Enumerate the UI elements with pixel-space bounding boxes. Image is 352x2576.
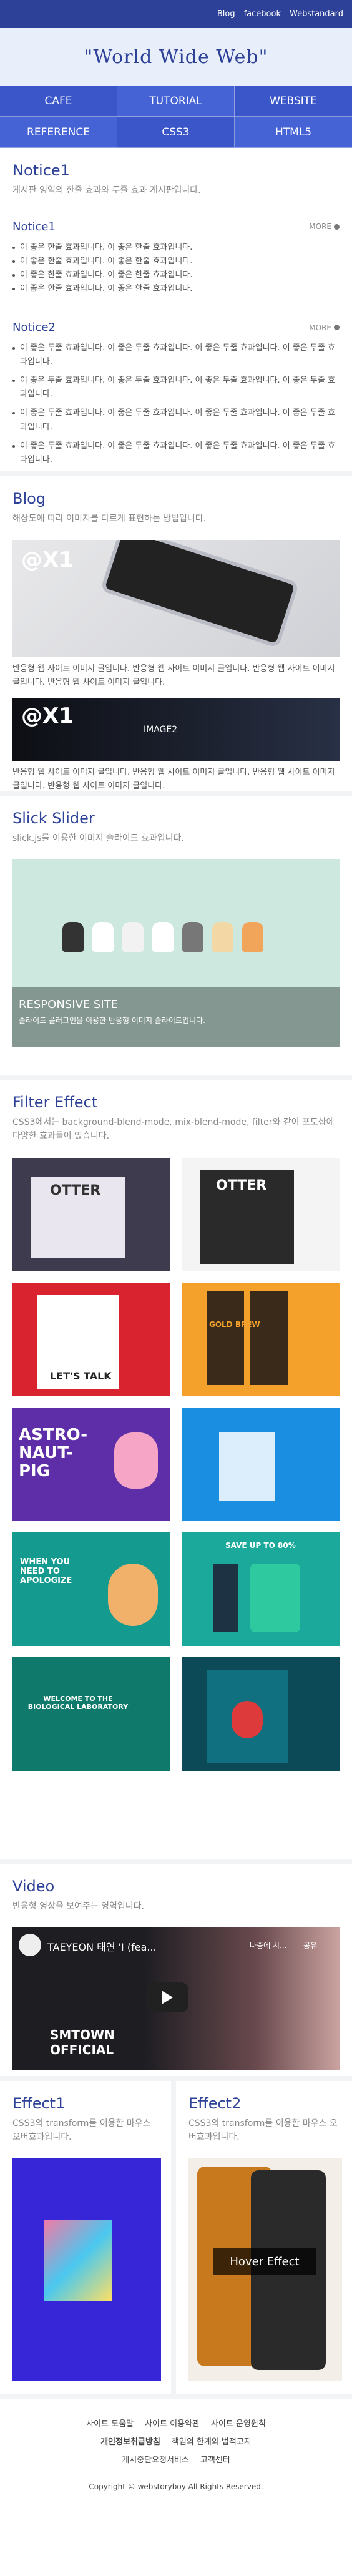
video-section: Video 반응형 영상을 보여주는 영역입니다. TAEYEON 태연 'I … (0, 1864, 352, 2081)
section-desc: CSS3의 transform를 이용한 마우스 오버효과입니다. (188, 2118, 338, 2142)
filter-tile[interactable]: ASTRO-NAUT-PIG (12, 1408, 170, 1522)
more-button[interactable]: MORE (309, 323, 340, 332)
top-link-blog[interactable]: Blog (217, 9, 235, 19)
menu-item-html5[interactable]: HTML5 (235, 117, 352, 148)
main-menu: CAFE TUTORIAL WEBSITE REFERENCE CSS3 HTM… (0, 86, 352, 148)
more-button[interactable]: MORE (309, 222, 340, 231)
notice1-title[interactable]: Notice1 (12, 220, 56, 233)
top-link-webstandard[interactable]: Webstandard (290, 9, 343, 19)
notice1-header: Notice1 MORE (12, 220, 340, 233)
video-player[interactable]: TAEYEON 태연 'I (fea... 나중에 시... 공유 SMTOWN… (12, 1927, 340, 2070)
section-desc: slick.js를 이용한 이미지 슬라이드 효과입니다. (12, 833, 184, 843)
filter-tile[interactable]: GOLD BREW (182, 1283, 340, 1397)
section-desc: 게시판 영역의 한줄 효과와 두줄 효과 게시판입니다. (12, 185, 201, 195)
menu-item-cafe[interactable]: CAFE (0, 86, 117, 117)
section-title: Video (12, 1878, 55, 1895)
blog-section: Blog 해상도에 따라 이미지를 다르게 표현하는 방법입니다. @X1 반응… (0, 476, 352, 796)
footer-link[interactable]: 사이트 도움말 (86, 2417, 134, 2429)
blog-caption-2: 반응형 웹 사이트 이미지 글입니다. 반응형 웹 사이트 이미지 글입니다. … (12, 767, 335, 791)
filter-tile[interactable] (182, 1657, 340, 1771)
section-title: Effect2 (188, 2095, 242, 2112)
slide-caption: RESPONSIVE SITE 슬라이드 플러그인을 이용한 반응형 이미지 슬… (12, 986, 340, 1047)
filter-tile[interactable]: LET'S TALK (12, 1283, 170, 1397)
more-icon (334, 223, 340, 230)
top-nav: Blog facebook Webstandard (0, 0, 352, 28)
list-item[interactable]: 이 좋은 한줄 효과입니다. 이 좋은 한줄 효과입니다. (12, 241, 340, 255)
slider-section: Slick Slider slick.js를 이용한 이미지 슬라이드 효과입니… (0, 796, 352, 1080)
section-title: Filter Effect (12, 1094, 98, 1111)
list-item[interactable]: 이 좋은 두줄 효과입니다. 이 좋은 두줄 효과입니다. 이 좋은 두줄 효과… (12, 341, 340, 369)
list-item[interactable]: 이 좋은 한줄 효과입니다. 이 좋은 한줄 효과입니다. (12, 255, 340, 268)
effect1-section: Effect1 CSS3의 transform를 이용한 마우스 오버효과입니다… (0, 2081, 176, 2399)
notice-section: Notice1 게시판 영역의 한줄 효과와 두줄 효과 게시판입니다. Not… (0, 148, 352, 476)
menu-item-tutorial[interactable]: TUTORIAL (117, 86, 235, 117)
footer: 사이트 도움말 사이트 이용약관 사이트 운영원칙 개인정보취급방침 책임의 한… (0, 2399, 352, 2504)
play-icon (162, 1990, 173, 2004)
notice1-list: 이 좋은 한줄 효과입니다. 이 좋은 한줄 효과입니다. 이 좋은 한줄 효과… (12, 241, 340, 296)
footer-links: 사이트 도움말 사이트 이용약관 사이트 운영원칙 (0, 2417, 352, 2429)
notice2-header: Notice2 MORE (12, 321, 340, 334)
menu-item-css3[interactable]: CSS3 (117, 117, 235, 148)
letter-graphic (44, 2220, 112, 2302)
filter-tile[interactable]: WHEN YOU NEED TO APOLOGIZE (12, 1532, 170, 1647)
footer-link[interactable]: 사이트 운영원칙 (211, 2417, 266, 2429)
effect1-image[interactable] (12, 2158, 161, 2382)
filter-tile[interactable] (182, 1408, 340, 1522)
notice2-title[interactable]: Notice2 (12, 321, 56, 334)
footer-link[interactable]: 책임의 한계와 법적고지 (172, 2435, 252, 2447)
footer-links: 게시중단요청서비스 고객센터 (0, 2453, 352, 2465)
list-item[interactable]: 이 좋은 두줄 효과입니다. 이 좋은 두줄 효과입니다. 이 좋은 두줄 효과… (12, 439, 340, 467)
filter-tile[interactable]: WELCOME TO THE BIOLOGICAL LABORATORY (12, 1657, 170, 1771)
footer-link[interactable]: 게시중단요청서비스 (122, 2453, 189, 2465)
section-title: Slick Slider (12, 810, 95, 827)
list-item[interactable]: 이 좋은 한줄 효과입니다. 이 좋은 한줄 효과입니다. (12, 282, 340, 296)
section-desc: CSS3의 transform를 이용한 마우스 오버효과입니다. (12, 2118, 151, 2142)
top-link-facebook[interactable]: facebook (244, 9, 281, 19)
list-item[interactable]: 이 좋은 두줄 효과입니다. 이 좋은 두줄 효과입니다. 이 좋은 두줄 효과… (12, 406, 340, 434)
section-title: Effect1 (12, 2095, 66, 2112)
footer-link[interactable]: 개인정보취급방침 (100, 2435, 160, 2447)
effect2-image[interactable]: Hover Effect (188, 2158, 342, 2382)
footer-link[interactable]: 고객센터 (200, 2453, 230, 2465)
section-desc: 해상도에 따라 이미지를 다르게 표현하는 방법입니다. (12, 514, 207, 524)
filter-tile[interactable]: OTTER (182, 1158, 340, 1272)
section-title: Blog (12, 490, 46, 507)
section-desc: CSS3에서는 background-blend-mode, mix-blend… (12, 1117, 335, 1141)
slide-image[interactable]: RESPONSIVE SITE 슬라이드 플러그인을 이용한 반응형 이미지 슬… (12, 859, 340, 1047)
filter-tile[interactable]: SAVE UP TO 80% (182, 1532, 340, 1647)
section-desc: 반응형 영상을 보여주는 영역입니다. (12, 1901, 144, 1911)
filter-section: Filter Effect CSS3에서는 background-blend-m… (0, 1080, 352, 1864)
menu-item-reference[interactable]: REFERENCE (0, 117, 117, 148)
menu-item-website[interactable]: WEBSITE (235, 86, 352, 117)
blog-image-1[interactable]: @X1 (12, 539, 340, 657)
effects-row: Effect1 CSS3의 transform를 이용한 마우스 오버효과입니다… (0, 2081, 352, 2399)
more-icon (334, 325, 340, 331)
footer-links: 개인정보취급방침 책임의 한계와 법적고지 (0, 2435, 352, 2447)
blog-caption-1: 반응형 웹 사이트 이미지 글입니다. 반응형 웹 사이트 이미지 글입니다. … (12, 664, 335, 687)
play-button[interactable] (146, 1982, 188, 2012)
list-item[interactable]: 이 좋은 한줄 효과입니다. 이 좋은 한줄 효과입니다. (12, 268, 340, 282)
blog-image-2[interactable]: @X1 IMAGE2 (12, 698, 340, 761)
effect2-section: Effect2 CSS3의 transform를 이용한 마우스 오버효과입니다… (176, 2081, 352, 2399)
channel-avatar (19, 1933, 41, 1956)
section-title: Notice1 (12, 162, 70, 179)
filter-grid: OTTER OTTER LET'S TALK GOLD BREW ASTRO-N… (12, 1158, 340, 1771)
list-item[interactable]: 이 좋은 두줄 효과입니다. 이 좋은 두줄 효과입니다. 이 좋은 두줄 효과… (12, 374, 340, 401)
phone-graphic (100, 539, 300, 649)
footer-link[interactable]: 사이트 이용약관 (145, 2417, 200, 2429)
cats-illustration (62, 921, 263, 952)
filter-tile[interactable]: OTTER (12, 1158, 170, 1272)
copyright: Copyright © webstoryboy All Rights Reser… (89, 2482, 263, 2491)
site-logo[interactable]: "World Wide Web" (84, 46, 268, 68)
site-header: "World Wide Web" (0, 28, 352, 86)
notice2-list: 이 좋은 두줄 효과입니다. 이 좋은 두줄 효과입니다. 이 좋은 두줄 효과… (12, 341, 340, 467)
